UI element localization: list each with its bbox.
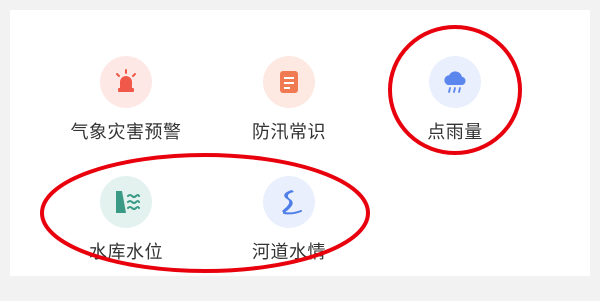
menu-item-reservoir-level[interactable]: 水库水位	[56, 176, 196, 286]
service-menu-card: 气象灾害预警 防汛常识 点雨量 水库水位 河道水情	[10, 10, 590, 276]
menu-item-label: 河道水情	[252, 242, 326, 263]
river-icon	[263, 176, 315, 228]
menu-item-flood-knowledge[interactable]: 防汛常识	[219, 56, 359, 166]
notebook-icon	[263, 56, 315, 108]
menu-item-label: 点雨量	[427, 122, 483, 143]
alarm-light-icon	[100, 56, 152, 108]
rain-cloud-icon	[429, 56, 481, 108]
menu-item-label: 气象灾害预警	[70, 122, 182, 143]
menu-item-label: 防汛常识	[252, 122, 326, 143]
menu-item-label: 水库水位	[89, 242, 163, 263]
menu-item-weather-warning[interactable]: 气象灾害预警	[56, 56, 196, 166]
reservoir-dam-icon	[100, 176, 152, 228]
menu-item-rainfall[interactable]: 点雨量	[385, 56, 525, 166]
menu-item-river-condition[interactable]: 河道水情	[219, 176, 359, 286]
